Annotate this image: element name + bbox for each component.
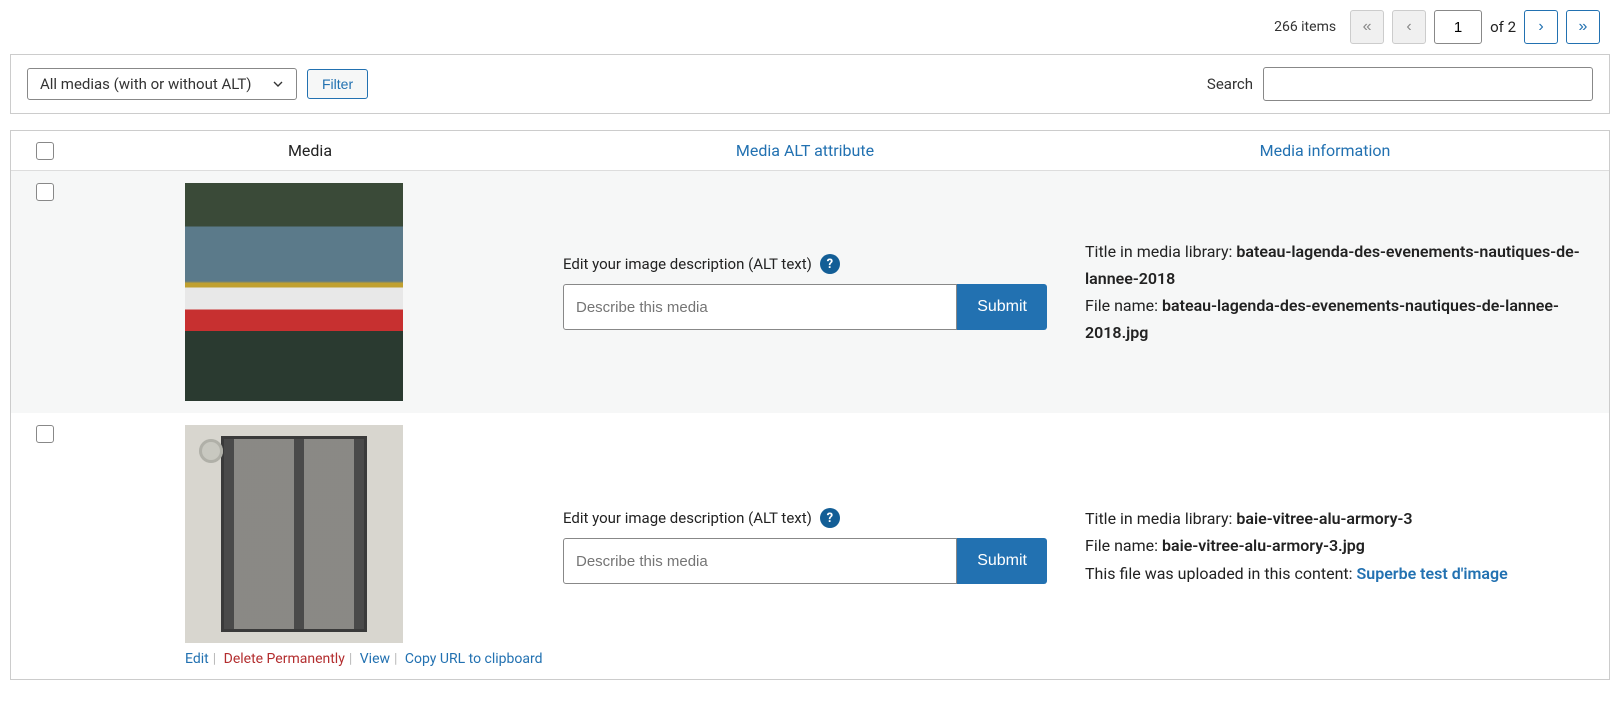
filter-button[interactable]: Filter	[307, 69, 368, 99]
search-input[interactable]	[1263, 67, 1593, 101]
alt-label: Edit your image description (ALT text)	[563, 255, 812, 273]
table-row: Edit| Delete Permanently| View| Copy URL…	[11, 413, 1609, 679]
table-header: Media Media ALT attribute Media informat…	[11, 131, 1609, 171]
submit-button[interactable]: Submit	[957, 538, 1047, 584]
info-uploaded-label: This file was uploaded in this content:	[1085, 564, 1357, 583]
pagination-bar: 266 items « ‹ of 2 › »	[10, 10, 1610, 44]
info-filename-label: File name:	[1085, 536, 1162, 555]
info-content-link[interactable]: Superbe test d'image	[1357, 564, 1508, 583]
info-title-label: Title in media library:	[1085, 242, 1236, 261]
action-view[interactable]: View	[360, 651, 390, 667]
alt-editor: Edit your image description (ALT text) ?…	[555, 183, 1055, 401]
info-filename-label: File name:	[1085, 296, 1162, 315]
table-row: Edit your image description (ALT text) ?…	[11, 171, 1609, 413]
info-title-label: Title in media library:	[1085, 509, 1236, 528]
pagination-first-button[interactable]: «	[1350, 10, 1384, 44]
row-checkbox[interactable]	[36, 425, 54, 443]
column-header-media: Media	[65, 141, 555, 160]
info-title-value: baie-vitree-alu-armory-3	[1236, 509, 1412, 528]
pagination-of-text: of 2	[1490, 18, 1516, 36]
row-checkbox[interactable]	[36, 183, 54, 201]
help-icon[interactable]: ?	[820, 508, 840, 528]
row-actions: Edit| Delete Permanently| View| Copy URL…	[185, 651, 543, 667]
alt-editor: Edit your image description (ALT text) ?…	[555, 425, 1055, 667]
action-edit[interactable]: Edit	[185, 651, 209, 667]
pagination-next-button[interactable]: ›	[1524, 10, 1558, 44]
media-info: Title in media library: baie-vitree-alu-…	[1055, 425, 1595, 667]
info-filename-value: baie-vitree-alu-armory-3.jpg	[1162, 536, 1365, 555]
items-count: 266 items	[1274, 19, 1336, 35]
filter-bar: All medias (with or without ALT) Filter …	[10, 54, 1610, 114]
column-header-alt[interactable]: Media ALT attribute	[736, 141, 874, 160]
media-thumbnail[interactable]	[185, 183, 403, 401]
search-label: Search	[1207, 75, 1253, 93]
select-all-checkbox[interactable]	[36, 142, 54, 160]
alt-text-input[interactable]	[563, 284, 957, 330]
media-info: Title in media library: bateau-lagenda-d…	[1055, 183, 1595, 401]
media-filter-select[interactable]: All medias (with or without ALT)	[27, 68, 297, 100]
alt-label: Edit your image description (ALT text)	[563, 509, 812, 527]
media-thumbnail[interactable]	[185, 425, 403, 643]
action-delete[interactable]: Delete Permanently	[224, 651, 345, 667]
submit-button[interactable]: Submit	[957, 284, 1047, 330]
pagination-last-button[interactable]: »	[1566, 10, 1600, 44]
action-copy-url[interactable]: Copy URL to clipboard	[405, 651, 543, 667]
column-header-info[interactable]: Media information	[1260, 141, 1391, 160]
pagination-prev-button[interactable]: ‹	[1392, 10, 1426, 44]
help-icon[interactable]: ?	[820, 254, 840, 274]
pagination-page-input[interactable]	[1434, 10, 1482, 44]
alt-text-input[interactable]	[563, 538, 957, 584]
media-table: Media Media ALT attribute Media informat…	[10, 130, 1610, 680]
media-filter-select-value: All medias (with or without ALT)	[40, 75, 252, 93]
chevron-down-icon	[270, 76, 286, 92]
